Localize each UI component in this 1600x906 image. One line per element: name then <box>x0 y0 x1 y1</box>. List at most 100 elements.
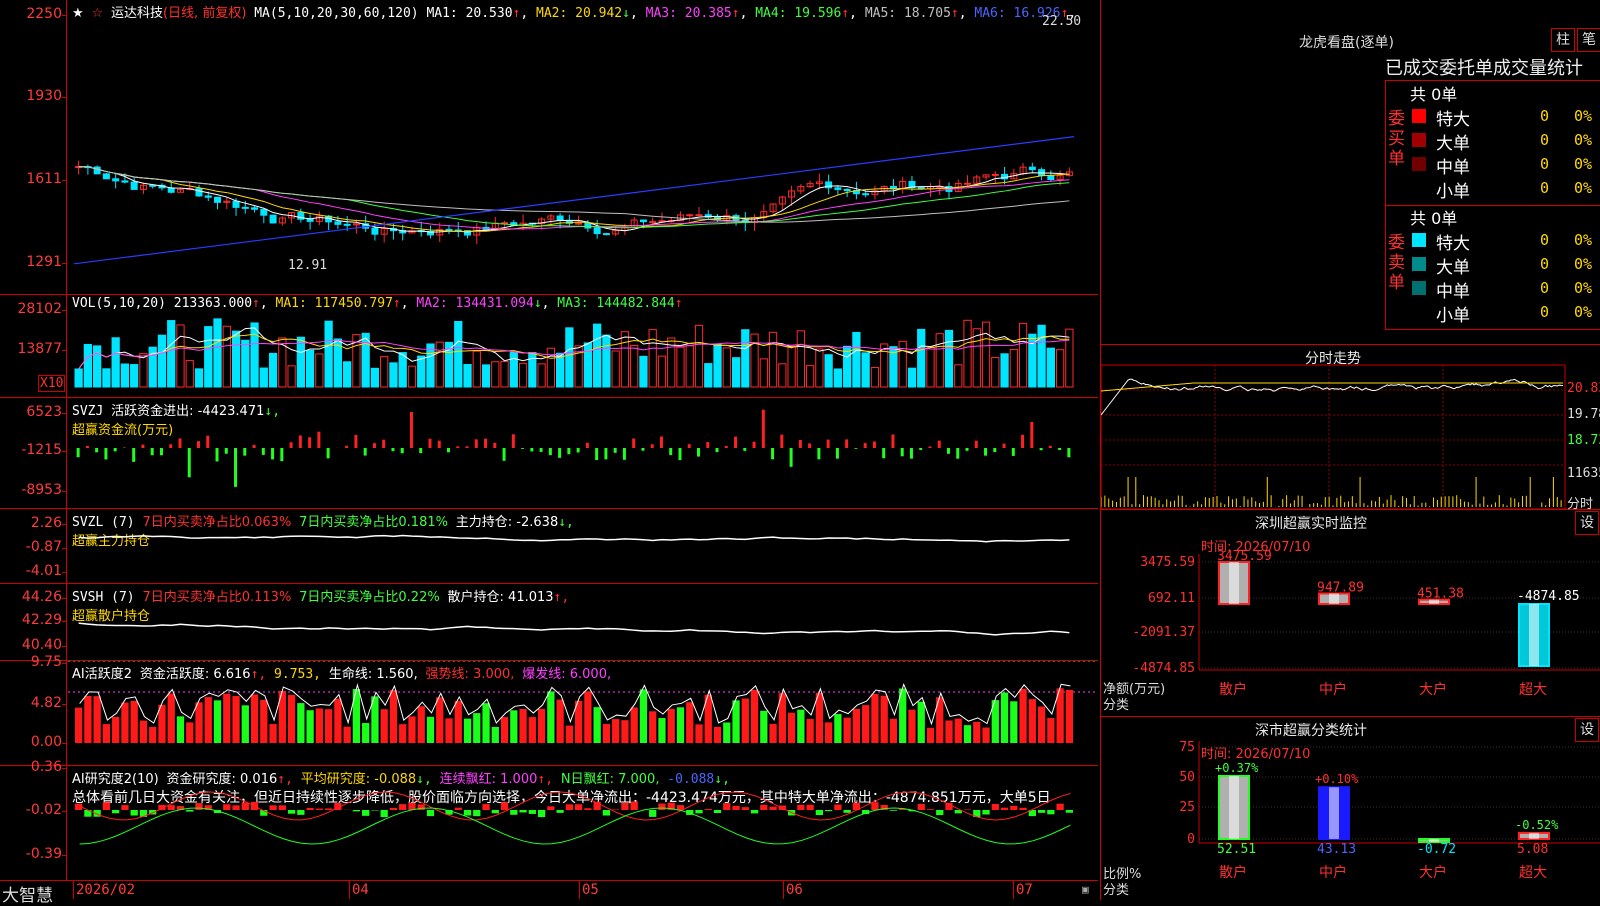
y-label: 1291 <box>26 254 62 270</box>
activity-bar <box>510 710 517 743</box>
candle <box>557 216 563 220</box>
flow-bar <box>308 437 311 448</box>
flow-bar <box>317 432 320 448</box>
bar-value-label: 52.51 <box>1217 842 1256 857</box>
ma60-line <box>79 167 1070 223</box>
flow-bar <box>854 448 857 449</box>
volume-bar <box>1019 323 1026 387</box>
volume-bar <box>223 326 230 387</box>
tick-view-button[interactable]: 笔 <box>1577 28 1600 52</box>
activity-bar <box>566 726 573 743</box>
flow-bar <box>910 448 913 459</box>
flow-bar <box>1067 448 1070 457</box>
activity-bar <box>668 709 675 743</box>
category-label: 中户 <box>1319 864 1347 881</box>
legend-swatch <box>1412 257 1426 271</box>
svzj-panel[interactable]: SVZJ 活跃资金进出: -4423.471↓, 超赢资金流(万元) 6523-… <box>0 398 1098 509</box>
activity-bar <box>390 690 397 743</box>
research-bar <box>1038 810 1045 813</box>
classify-chart[interactable]: 755025052.51散户+0.37%43.13中户+0.10%-0.72大户… <box>1101 717 1600 900</box>
flow-bar <box>808 443 811 448</box>
candle <box>585 223 591 228</box>
volume-bar <box>927 347 934 387</box>
research-bar <box>936 810 943 815</box>
research-bar <box>112 810 119 813</box>
flow-bar <box>975 441 978 448</box>
volume-bar <box>482 365 489 387</box>
ai-activity-panel[interactable]: AI活跃度2 资金活跃度: 6.616↑, 9.753, 生命线: 1.560,… <box>0 661 1098 766</box>
volume-bar <box>834 369 841 387</box>
flow-bar <box>734 437 737 448</box>
order-pct: 0% <box>1574 179 1592 197</box>
research-bar <box>964 809 971 810</box>
activity-bar <box>788 713 795 743</box>
flow-bar <box>641 448 644 451</box>
volume-bar <box>436 342 443 387</box>
flow-bar <box>1058 448 1061 450</box>
ai-activity-chart[interactable] <box>68 661 1098 765</box>
retail-line <box>79 623 1070 635</box>
flow-bar <box>456 446 459 448</box>
research-bar <box>566 804 573 810</box>
ai-research-panel[interactable]: AI研究度2(10) 资金研究度: 0.016↑, 平均研究度: -0.088↓… <box>0 766 1098 880</box>
y-tick <box>62 97 66 98</box>
intraday-y-label: 19.78 <box>1567 407 1600 422</box>
y-tick <box>62 621 66 622</box>
activity-bar <box>1047 718 1054 743</box>
sell-total: 共 0单 <box>1410 205 1457 229</box>
volume-bar <box>779 364 786 387</box>
y-label: 0 <box>1187 832 1195 847</box>
candle <box>233 201 239 207</box>
legend-swatch <box>1412 233 1426 247</box>
change-label: +0.37% <box>1215 761 1259 775</box>
volume-panel[interactable]: VOL(5,10,20) 213363.000↑, MA1: 117450.79… <box>0 295 1098 398</box>
vol-unit[interactable]: X10 <box>38 375 65 392</box>
ai-research-chart[interactable] <box>68 766 1098 880</box>
order-size-label: 中单 <box>1436 277 1470 302</box>
flow-bar <box>882 448 885 458</box>
flow-bar <box>206 436 209 448</box>
bar-view-button[interactable]: 柱 <box>1551 28 1575 52</box>
activity-bar <box>473 713 480 743</box>
category-label: 大户 <box>1419 864 1447 881</box>
flow-bar <box>373 443 376 448</box>
kline-panel[interactable]: ★ ☆ 运达科技(日线, 前复权) MA(5,10,20,30,60,120) … <box>0 0 1098 295</box>
research-bar <box>232 805 239 810</box>
research-bar <box>603 810 610 816</box>
research-bar <box>223 804 230 810</box>
flow-bar <box>864 443 867 448</box>
candle <box>1029 167 1035 169</box>
research-bar <box>1047 810 1054 814</box>
volume-bar <box>695 325 702 387</box>
flow-bar <box>577 448 580 452</box>
volume-bar <box>1038 325 1045 387</box>
candlestick-chart[interactable] <box>68 0 1098 294</box>
legend-swatch <box>1412 109 1426 123</box>
order-pct: 0% <box>1574 279 1592 297</box>
research-bar <box>464 810 471 816</box>
intraday-chart[interactable] <box>1101 345 1600 509</box>
research-bar <box>992 804 999 810</box>
order-pct: 0% <box>1574 107 1592 125</box>
volume-bar <box>955 365 962 387</box>
intraday-panel[interactable]: 分时走势 20.8319.7818.7311635 分时 <box>1100 345 1600 510</box>
volume-bar <box>427 344 434 387</box>
flow-bar <box>762 410 765 448</box>
volume-chart[interactable] <box>68 295 1098 397</box>
lock-icon[interactable]: ▣ <box>1082 883 1089 896</box>
activity-bar <box>945 720 952 743</box>
candle <box>863 194 869 195</box>
monitor-chart[interactable]: 3475.59692.11-2091.37-4874.853475.59散户94… <box>1101 510 1600 716</box>
flow-bar <box>595 448 598 460</box>
research-bar <box>168 805 175 810</box>
svsh-panel[interactable]: SVSH (7) 7日内买卖净占比0.113% 7日内买卖净占比0.22% 散户… <box>0 584 1098 661</box>
volume-bar <box>788 346 795 387</box>
svzl-chart[interactable] <box>68 509 1098 583</box>
candle <box>650 222 656 223</box>
activity-bar <box>640 689 647 743</box>
activity-bar <box>621 720 628 743</box>
svzl-panel[interactable]: SVZL (7) 7日内买卖净占比0.063% 7日内买卖净占比0.181% 主… <box>0 509 1098 584</box>
activity-bar <box>334 699 341 743</box>
svzj-chart[interactable] <box>68 398 1098 508</box>
svsh-chart[interactable] <box>68 584 1098 660</box>
